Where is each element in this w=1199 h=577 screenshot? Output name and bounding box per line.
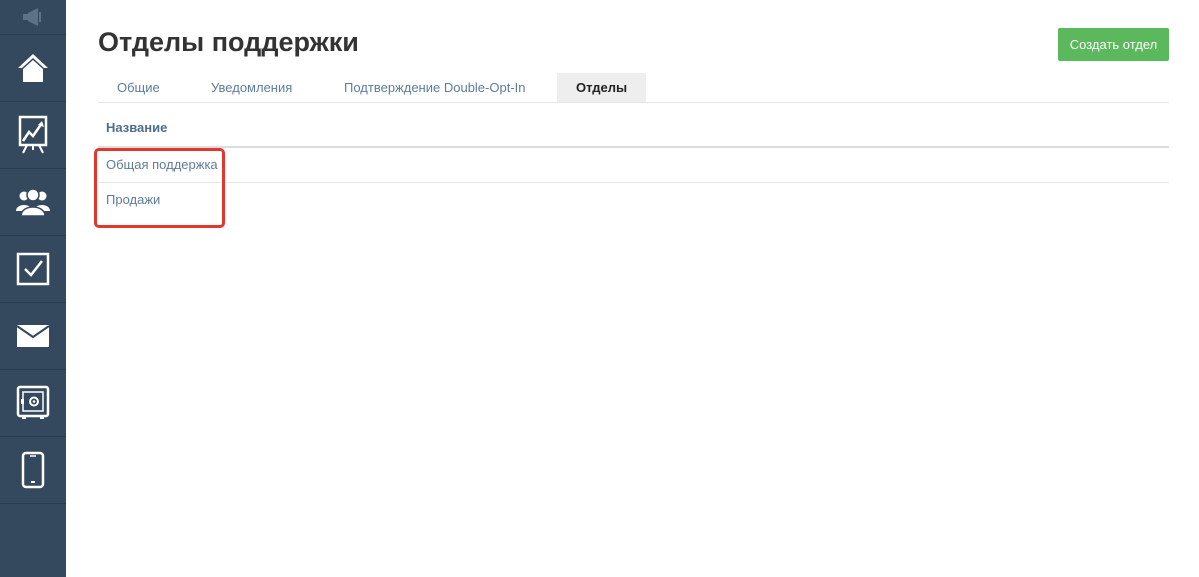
sidebar-item-home[interactable]	[0, 35, 66, 102]
sidebar-item-analytics[interactable]	[0, 102, 66, 169]
users-icon	[16, 188, 50, 217]
sidebar	[0, 0, 66, 577]
home-icon	[18, 54, 48, 82]
sidebar-item-safe[interactable]	[0, 370, 66, 437]
page-title: Отделы поддержки	[98, 27, 359, 57]
mobile-icon	[21, 451, 45, 489]
checkbox-icon	[16, 252, 50, 286]
table-row[interactable]: Общая поддержка	[98, 148, 1169, 183]
mail-icon	[16, 325, 50, 347]
tab-bar: Общие Уведомления Подтверждение Double-O…	[98, 73, 1169, 103]
chart-icon	[18, 115, 48, 154]
tab-general[interactable]: Общие	[117, 73, 160, 102]
sidebar-item-mail[interactable]	[0, 303, 66, 370]
tab-departments[interactable]: Отделы	[557, 73, 647, 102]
safe-icon	[16, 385, 50, 419]
sidebar-item-users[interactable]	[0, 169, 66, 236]
column-header-name[interactable]: Название	[98, 110, 1169, 148]
create-department-button[interactable]: Создать отдел	[1058, 28, 1169, 61]
megaphone-icon	[23, 8, 41, 26]
tab-double-opt-in[interactable]: Подтверждение Double-Opt-In	[344, 73, 526, 102]
table-row[interactable]: Продажи	[98, 183, 1169, 217]
sidebar-item-mobile[interactable]	[0, 437, 66, 504]
departments-table: Название Общая поддержка Продажи	[98, 110, 1169, 217]
sidebar-top[interactable]	[0, 0, 66, 35]
sidebar-item-tasks[interactable]	[0, 236, 66, 303]
tab-notifications[interactable]: Уведомления	[211, 73, 292, 102]
